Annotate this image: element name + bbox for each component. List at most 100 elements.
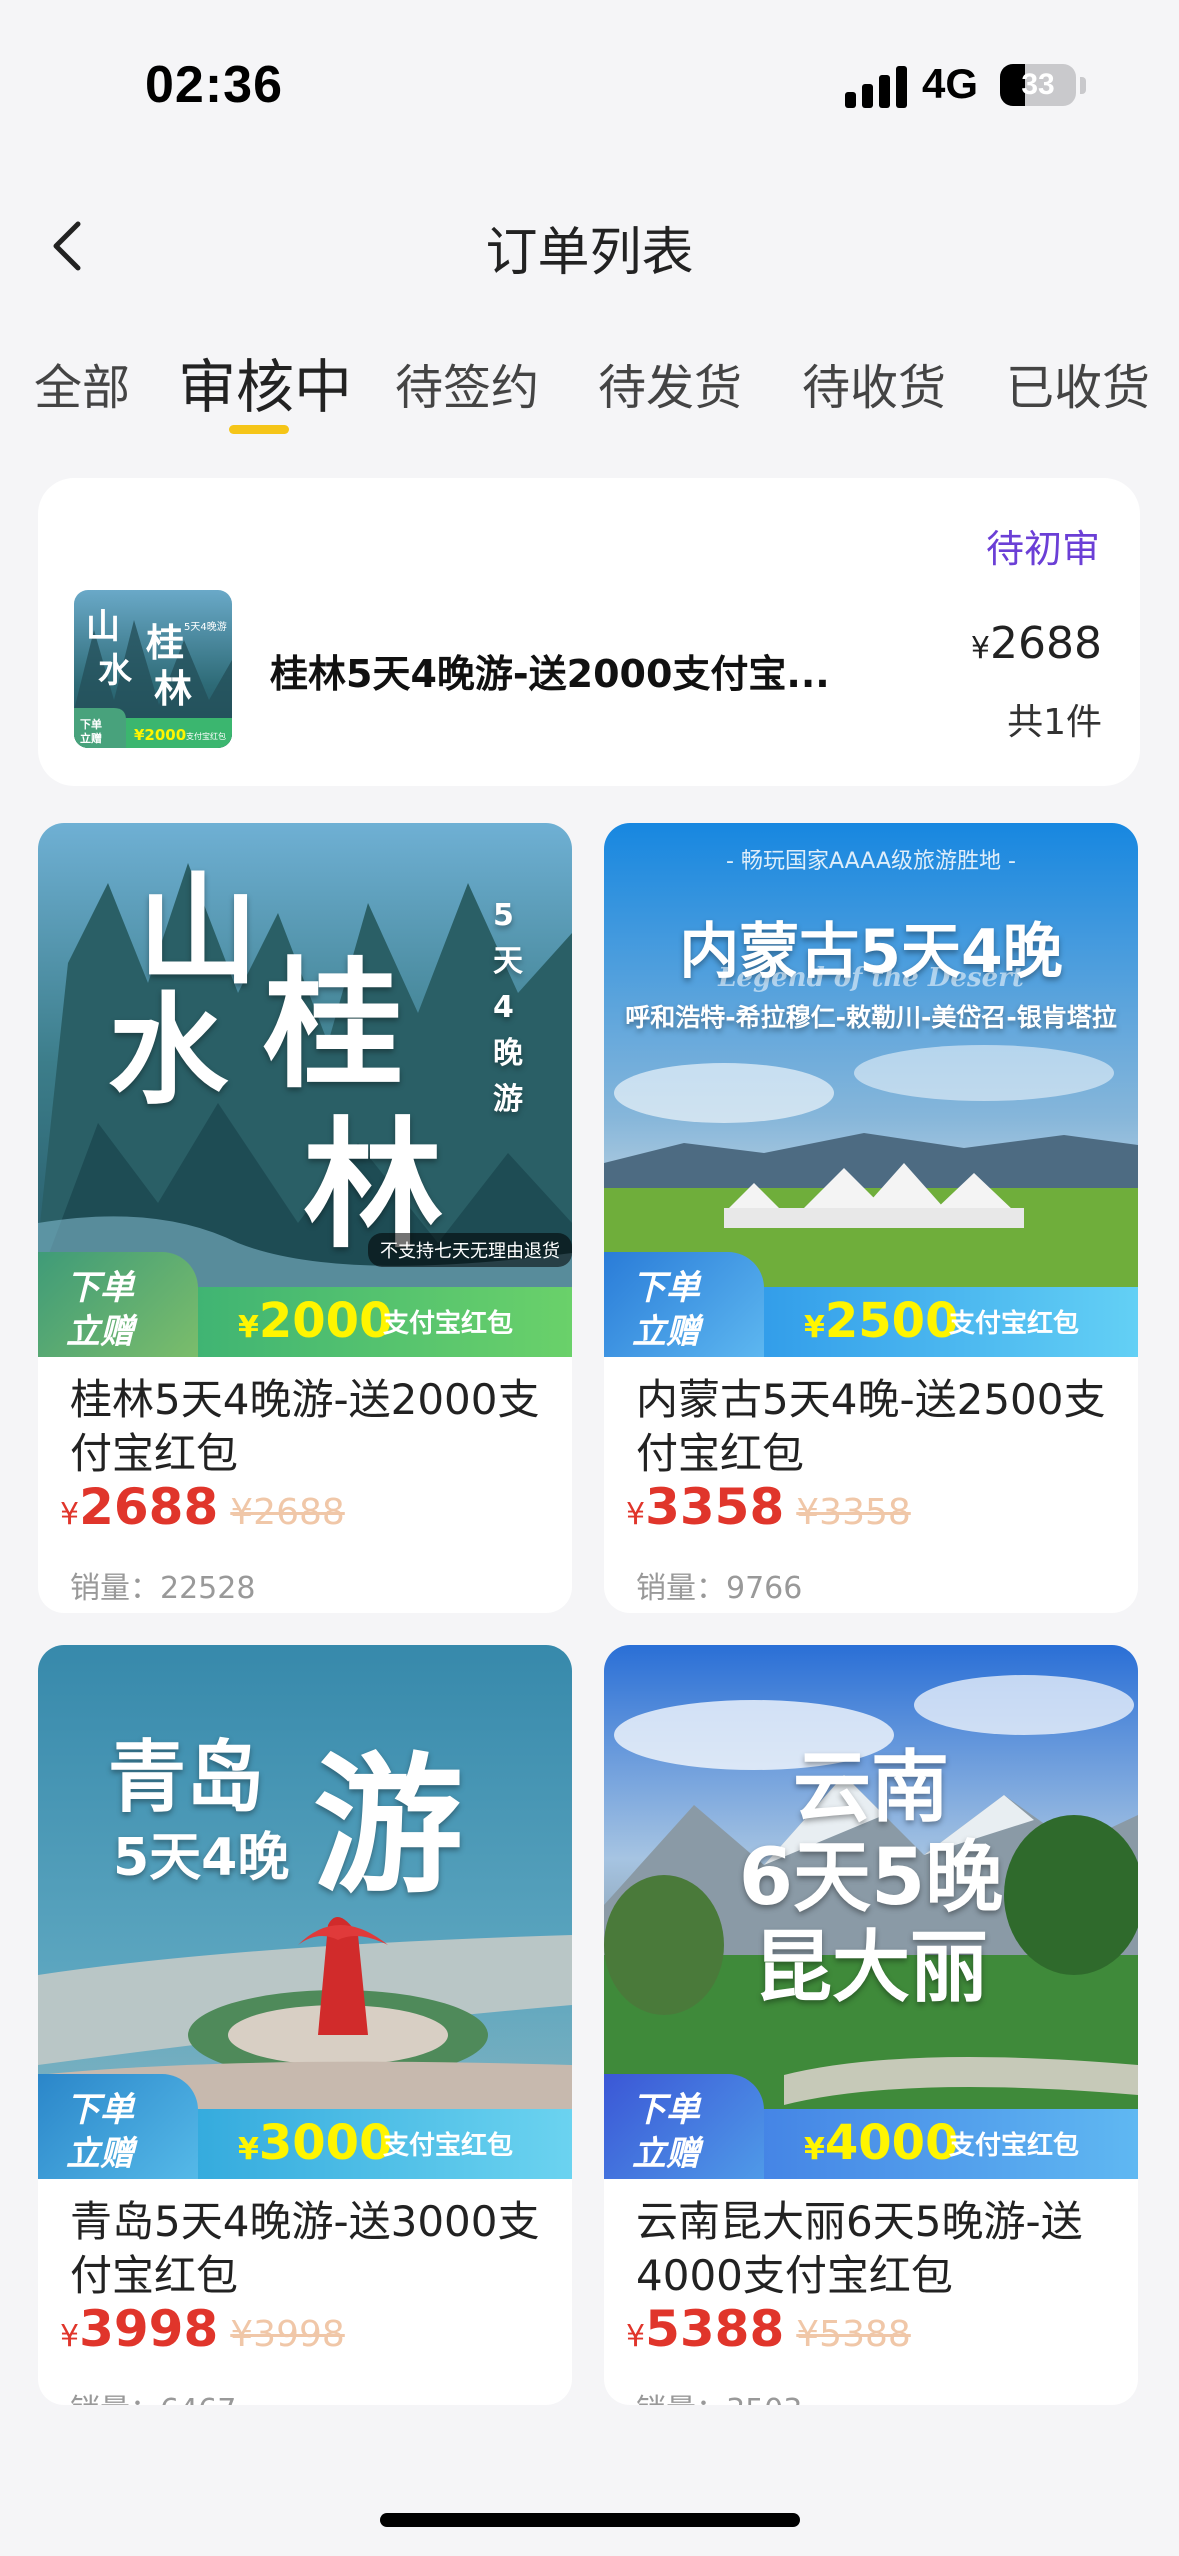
nav-bar: 订单列表	[0, 190, 1179, 300]
order-price: ¥2688	[971, 618, 1102, 669]
tab-to-sign[interactable]: 待签约	[395, 348, 539, 418]
order-product-name: 桂林5天4晚游-送2000支付宝...	[270, 652, 830, 696]
price-original: ¥3998	[230, 2314, 345, 2355]
thumb-subtitle: 5天4晚游	[184, 620, 227, 633]
product-title: 云南昆大丽6天5晚游-送4000支付宝红包	[636, 2197, 1083, 2300]
order-thumbnail-art: 山 水 桂 林 5天4晚游 下单 立赠 ¥2000 支付宝红包	[74, 590, 232, 748]
currency-symbol: ¥	[970, 631, 991, 666]
product-image: 山 水 桂 林 5 天 4 晚 游 不支持七天无理由退货 下单 立赠 ¥2000…	[38, 823, 572, 1357]
signal-icon	[845, 66, 907, 108]
promo-note: 支付宝红包	[949, 1309, 1080, 1339]
page-title: 订单列表	[485, 223, 694, 283]
promo-tag-line1: 下单	[632, 1268, 700, 1308]
art-side-char: 4	[493, 990, 514, 1025]
tab-received[interactable]: 已收货	[1006, 348, 1150, 418]
product-card[interactable]: 山 水 桂 林 5 天 4 晚 游 不支持七天无理由退货 下单 立赠 ¥2000…	[38, 823, 572, 1613]
price-original: ¥3358	[796, 1492, 911, 1533]
sales-count: 22528	[160, 1571, 256, 1606]
sales-count: 6467	[160, 2393, 236, 2405]
art-char-shui: 水	[108, 982, 228, 1121]
promo-amount: ¥3000	[238, 2115, 393, 2171]
network-type: 4G	[922, 60, 979, 107]
product-image: - 畅玩国家AAAA级旅游胜地 - 内蒙古5天4晚 Legend of the …	[604, 823, 1138, 1357]
promo-amount-value: 2000	[258, 1293, 393, 1349]
art-side-char: 天	[493, 944, 523, 979]
home-indicator[interactable]	[380, 2513, 800, 2527]
price-original: ¥2688	[230, 1492, 345, 1533]
thumb-tag-1: 下单	[80, 717, 102, 731]
currency-symbol: ¥	[626, 1497, 646, 1532]
art-line1: 青岛	[108, 1733, 265, 1823]
product-price: ¥5388 ¥5388	[626, 2300, 911, 2358]
promo-tag: 下单 立赠	[38, 2074, 198, 2179]
product-title: 青岛5天4晚游-送3000支付宝红包	[70, 2197, 540, 2300]
art-route: 呼和浩特-希拉穆仁-敕勒川-美岱召-银肯塔拉	[625, 1003, 1117, 1032]
art-big: 游	[313, 1740, 464, 1914]
thumb-note: 支付宝红包	[186, 731, 226, 741]
product-sales: 销量：9766	[636, 1563, 802, 1607]
promo-tag-line2: 立赠	[632, 1312, 700, 1352]
product-title: 内蒙古5天4晚-送2500支付宝红包	[636, 1375, 1106, 1478]
thumb-char-1: 山	[86, 607, 120, 647]
promo-tag-line2: 立赠	[66, 2134, 134, 2174]
battery-percent: 33	[1021, 68, 1055, 101]
price-current: 2688	[79, 1478, 219, 1536]
price-original: ¥5388	[796, 2314, 911, 2355]
product-card[interactable]: 青岛 5天4晚 游 下单 立赠 ¥3000 支付宝红包 青岛5天4晚游-送300…	[38, 1645, 572, 2405]
tab-all[interactable]: 全部	[34, 348, 130, 418]
status-time: 02:36	[145, 56, 283, 114]
promo-amount: ¥2000	[238, 1293, 393, 1349]
battery-tip	[1080, 77, 1086, 94]
art-side-char: 5	[493, 898, 514, 933]
order-tabs: 全部 审核中 待签约 待发货 待收货 已收货	[0, 330, 1179, 440]
promo-note: 支付宝红包	[949, 2131, 1080, 2161]
promo-amount: ¥4000	[804, 2115, 959, 2171]
status-bar: 02:36 4G 33	[0, 0, 1179, 180]
product-price: ¥3998 ¥3998	[60, 2300, 345, 2358]
art-script: Legend of the Desert	[718, 963, 1024, 993]
price-current: 3998	[79, 2300, 219, 2358]
promo-tag: 下单 立赠	[604, 1252, 764, 1357]
sales-label: 销量：	[636, 1571, 726, 1606]
price-current: 3358	[645, 1478, 785, 1536]
sales-label: 销量：	[636, 2393, 726, 2405]
promo-tag-line1: 下单	[632, 2090, 700, 2130]
product-sales: 销量：6467	[70, 2385, 236, 2405]
promo-amount-value: 4000	[824, 2115, 959, 2171]
currency-symbol: ¥	[626, 2319, 646, 2354]
thumb-amount: ¥2000	[134, 726, 186, 744]
product-card[interactable]: - 畅玩国家AAAA级旅游胜地 - 内蒙古5天4晚 Legend of the …	[604, 823, 1138, 1613]
order-card[interactable]: 待初审 山 水 桂 林 5天4晚游 下单 立赠 ¥2000 支付宝红包 桂林5天…	[38, 478, 1140, 786]
thumb-char-3: 桂	[146, 621, 184, 665]
art-disclaimer: 不支持七天无理由退货	[368, 1233, 572, 1267]
promo-amount-value: 3000	[258, 2115, 393, 2171]
promo-tag: 下单 立赠	[604, 2074, 764, 2179]
sales-count: 9766	[726, 1571, 803, 1606]
sales-count: 3503	[726, 2393, 802, 2405]
promo-tag: 下单 立赠	[38, 1252, 198, 1357]
tab-to-ship[interactable]: 待发货	[598, 348, 742, 418]
order-price-value: 2688	[990, 618, 1102, 669]
tab-reviewing[interactable]: 审核中	[178, 340, 352, 424]
art-side-char: 晚	[493, 1036, 523, 1071]
art-side-char: 游	[493, 1082, 523, 1117]
currency-symbol: ¥	[60, 2319, 80, 2354]
promo-tag-line1: 下单	[66, 2090, 134, 2130]
order-quantity: 共1件	[1007, 702, 1102, 743]
art-line3: 昆大丽	[753, 1923, 988, 2013]
product-sales: 销量：3503	[636, 2385, 802, 2405]
price-current: 5388	[645, 2300, 785, 2358]
sales-label: 销量：	[70, 2393, 160, 2405]
product-sales: 销量：22528	[70, 1563, 255, 1607]
tab-to-receive[interactable]: 待收货	[802, 348, 946, 418]
product-price: ¥2688 ¥2688	[60, 1478, 345, 1536]
art-side-text: 5 天 4 晚 游	[493, 893, 527, 1123]
promo-amount-value: 2500	[824, 1293, 959, 1349]
promo-tag-line2: 立赠	[632, 2134, 700, 2174]
promo-amount: ¥2500	[804, 1293, 959, 1349]
art-line2: 5天4晚	[113, 1828, 290, 1888]
product-price: ¥3358 ¥3358	[626, 1478, 911, 1536]
product-card[interactable]: 云南 6天5晚 昆大丽 下单 立赠 ¥4000 支付宝红包 云南昆大丽6天5晚游…	[604, 1645, 1138, 2405]
promo-note: 支付宝红包	[383, 1309, 514, 1339]
currency-symbol: ¥	[60, 1497, 80, 1532]
